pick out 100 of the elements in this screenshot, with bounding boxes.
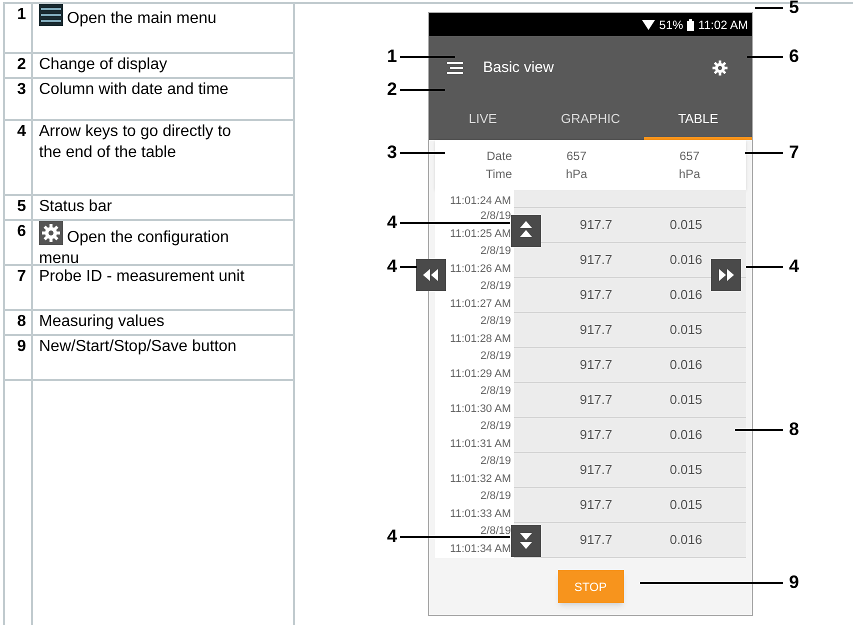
time-cell: 11:01:32 AM — [450, 473, 511, 486]
date-cell: 2/8/19 — [480, 525, 511, 538]
leader-line — [745, 152, 783, 154]
leader-line — [400, 152, 445, 154]
leader-line — [400, 89, 445, 91]
status-time: 11:02 AM — [698, 16, 748, 34]
callout-number: 4 — [387, 256, 398, 276]
legend-number: 6 — [16, 222, 27, 242]
legend-text: Open the configuration menu — [39, 229, 229, 267]
value-cell-text: 917.7 — [578, 321, 614, 340]
callout-number: 5 — [789, 0, 800, 17]
value-cell-text: 0.016 — [668, 356, 704, 374]
legend-text: Column with date and time — [39, 81, 228, 98]
date-cell: 2/8/19 — [480, 210, 511, 223]
callout-number: 2 — [387, 79, 398, 99]
settings-icon[interactable] — [710, 58, 730, 78]
value-cell-text: 917.7 — [578, 426, 614, 444]
arrow-key[interactable] — [416, 259, 446, 291]
arrow-key[interactable] — [511, 525, 541, 557]
value-cell-text: 0.015 — [668, 391, 704, 410]
view-tab[interactable]: GRAPHIC — [536, 100, 644, 140]
battery-level: 51% — [659, 16, 684, 34]
time-cell: 11:01:28 AM — [450, 333, 511, 346]
legend-number: 7 — [16, 267, 27, 287]
legend-text: Arrow keys to go directly to the end of the table — [39, 123, 232, 161]
value-cell-text: 917.7 — [578, 286, 614, 304]
value-cell-text: 917.7 — [578, 461, 614, 480]
legend-text: Measuring values — [39, 313, 164, 330]
column-heading: Date — [486, 148, 512, 165]
menu-icon[interactable] — [447, 62, 463, 74]
legend-number: 2 — [16, 55, 27, 75]
value-cell-text: 0.015 — [668, 461, 704, 480]
legend-text: Status bar — [39, 198, 112, 215]
callout-number: 7 — [789, 142, 800, 162]
callout-number: 1 — [387, 46, 398, 66]
callout-number: 6 — [789, 46, 800, 66]
callout-number: 8 — [789, 419, 800, 439]
time-cell: 11:01:31 AM — [450, 438, 511, 451]
date-cell: 2/8/19 — [480, 315, 511, 328]
column-heading: 657 — [566, 148, 587, 165]
leader-line — [755, 7, 783, 9]
legend-text: New/Start/Stop/Save button — [39, 338, 236, 355]
date-cell: 2/8/19 — [480, 350, 511, 363]
legend-text: Probe ID - measurement unit — [39, 268, 244, 285]
value-cell-text: 917.7 — [578, 356, 614, 374]
time-cell: 11:01:25 AM — [450, 228, 511, 241]
time-cell: 11:01:34 AM — [450, 543, 511, 556]
legend-text: Change of display — [39, 56, 168, 73]
column-unit: Time — [486, 166, 512, 183]
leader-line — [735, 429, 783, 431]
legend-number: 9 — [16, 337, 27, 357]
date-cell: 2/8/19 — [480, 490, 511, 503]
value-cell-text: 917.7 — [578, 496, 614, 514]
callout-number: 3 — [387, 142, 398, 162]
menu-icon — [39, 4, 63, 26]
value-cell-text: 917.7 — [578, 216, 614, 234]
wifi-icon — [642, 20, 656, 30]
legend-number: 1 — [16, 5, 27, 25]
date-cell: 2/8/19 — [480, 245, 511, 258]
value-cell-text: 917.7 — [578, 391, 614, 410]
time-cell: 11:01:26 AM — [450, 263, 511, 276]
date-cell: 2/8/19 — [480, 280, 511, 293]
view-tab[interactable]: LIVE — [429, 100, 537, 140]
date-cell: 2/8/19 — [480, 385, 511, 398]
value-cell-text: 917.7 — [578, 251, 614, 270]
value-cell-text: 0.016 — [668, 251, 704, 270]
time-cell: 11:01:24 AM — [450, 195, 511, 208]
gear-icon — [39, 221, 63, 245]
value-cell-text: 0.016 — [668, 286, 704, 304]
callout-number: 4 — [789, 256, 800, 276]
column-heading: 657 — [679, 148, 700, 165]
arrow-key[interactable] — [711, 259, 741, 291]
value-cell-text: 917.7 — [578, 531, 614, 550]
battery-icon — [687, 18, 694, 30]
date-cell: 2/8/19 — [480, 420, 511, 433]
value-cell-text: 0.016 — [668, 426, 704, 444]
leader-line — [400, 266, 417, 268]
time-cell: 11:01:30 AM — [450, 403, 511, 416]
time-cell: 11:01:33 AM — [450, 508, 511, 521]
app-title: Basic view — [483, 58, 555, 78]
callout-number: 4 — [387, 526, 398, 546]
legend-number: 5 — [16, 197, 27, 217]
legend-number: 4 — [16, 122, 27, 142]
time-cell: 11:01:29 AM — [450, 368, 511, 381]
value-cell-text: 0.015 — [668, 496, 704, 514]
arrow-key[interactable] — [511, 215, 541, 247]
callout-number: 9 — [789, 572, 800, 592]
column-unit: hPa — [678, 166, 700, 183]
value-cell-text: 0.015 — [668, 321, 704, 340]
value-cell-text: 0.016 — [668, 531, 704, 550]
legend-number: 8 — [16, 312, 27, 332]
time-cell: 11:01:27 AM — [450, 298, 511, 311]
leader-line — [400, 56, 455, 58]
leader-line — [746, 266, 783, 268]
value-cell-text: 0.015 — [668, 216, 704, 234]
callout-number: 4 — [387, 212, 398, 232]
date-cell: 2/8/19 — [480, 455, 511, 468]
legend-number: 3 — [16, 80, 27, 100]
column-unit: hPa — [566, 166, 588, 183]
leader-line — [747, 56, 783, 58]
